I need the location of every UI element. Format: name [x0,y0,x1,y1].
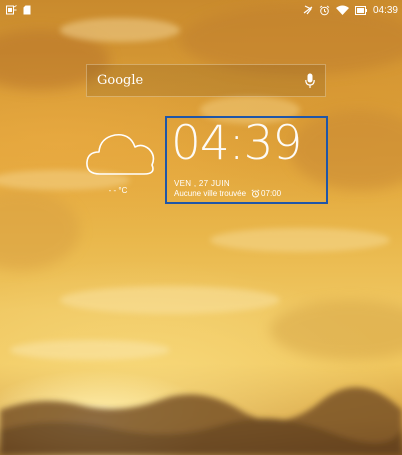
alarm-clock-icon [251,189,260,198]
weather-widget[interactable]: - - °C [84,128,160,198]
clock-widget[interactable]: 04:39 VEN , 27 JUIN Aucune ville trouvée… [165,116,328,204]
clock-date: VEN , 27 JUIN [174,179,230,188]
cloud-icon [86,133,155,175]
status-bar: 04:39 [0,0,402,20]
google-search-bar[interactable]: Google [86,64,326,97]
microphone-icon[interactable] [305,73,315,89]
battery-icon [354,5,367,15]
no-vibrate-icon [303,5,313,15]
next-alarm: 07:00 [251,189,281,198]
screenshot-icon [6,5,17,15]
clock-info: Aucune ville trouvée 07:00 [174,189,281,198]
status-clock: 04:39 [372,4,398,16]
home-screen: 04:39 Google - - °C 04:39 VEN , 27 JUIN … [0,0,402,455]
sd-card-icon [23,5,31,15]
alarm-icon [319,5,330,15]
alarm-time: 07:00 [261,189,282,198]
clock-time: 04:39 [171,116,302,171]
temperature: - - °C [108,186,128,195]
location-text: Aucune ville trouvée [174,189,247,198]
wifi-icon [335,5,349,15]
search-label: Google [97,73,144,88]
